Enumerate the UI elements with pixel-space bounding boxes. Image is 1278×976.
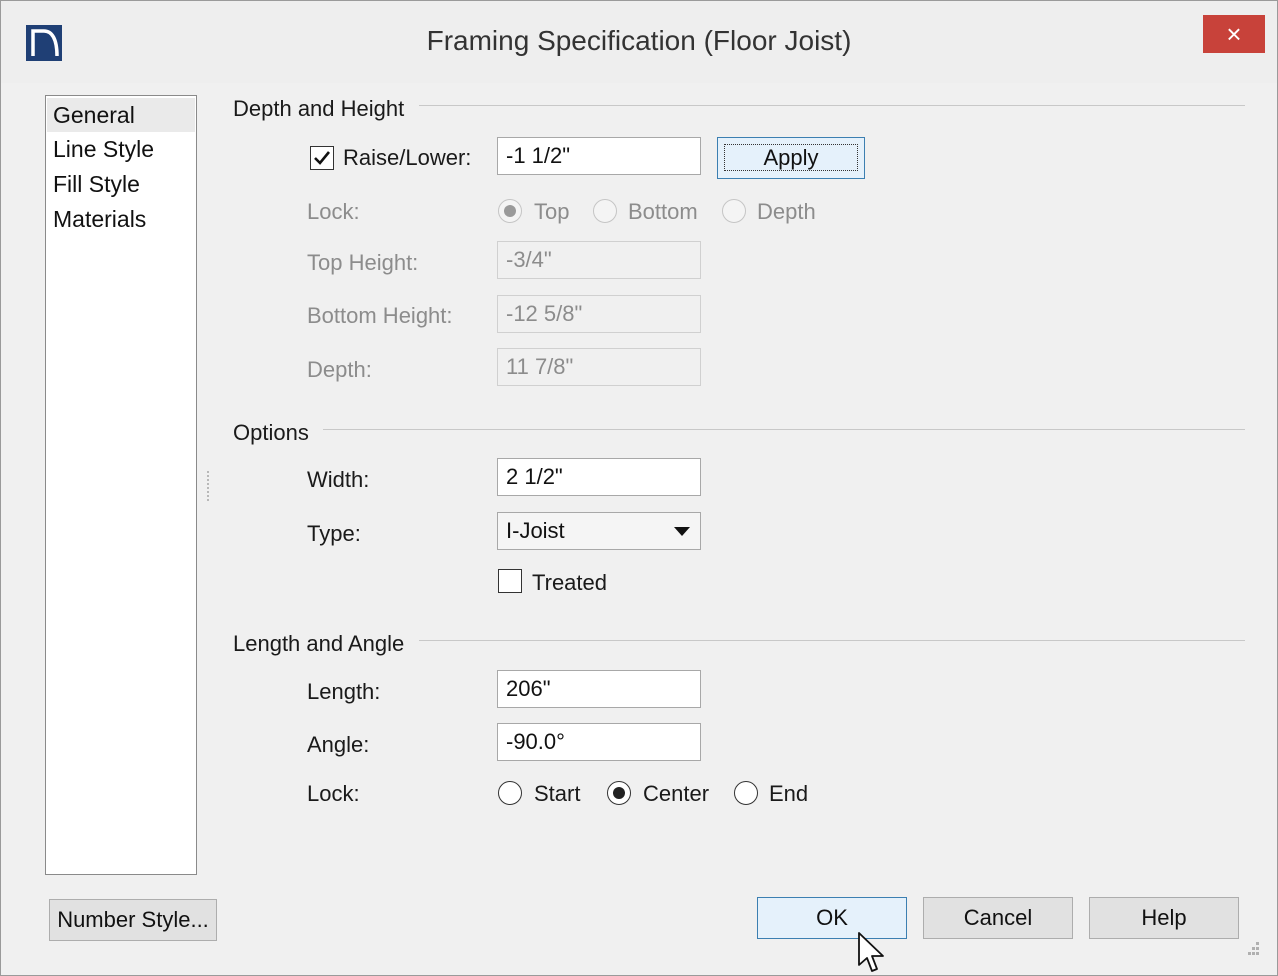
splitter-handle[interactable]: [207, 471, 209, 503]
lock-bottom-label: Bottom: [628, 199, 698, 224]
options-section-title: Options: [233, 420, 309, 445]
treated-checkbox[interactable]: [498, 569, 522, 593]
sidebar-item-fill-style[interactable]: Fill Style: [53, 171, 140, 198]
depth-label: Depth:: [307, 357, 372, 382]
depth-lock-label: Lock:: [307, 199, 360, 224]
lock-center-label: Center: [643, 781, 710, 806]
top-height-input[interactable]: -3/4": [497, 241, 701, 279]
radio-selected-dot: [504, 205, 516, 217]
section-divider: [419, 640, 1245, 641]
length-lock-label: Lock:: [307, 781, 360, 806]
mouse-cursor-icon: [858, 932, 884, 972]
radio-selected-dot: [613, 787, 625, 799]
close-icon: ×: [1226, 19, 1242, 49]
lock-top-radio[interactable]: [498, 199, 522, 223]
section-divider: [419, 105, 1245, 106]
lock-end-label: End: [769, 781, 809, 806]
lock-top-label: Top: [534, 199, 570, 224]
lock-center-radio[interactable]: [607, 781, 631, 805]
dropdown-arrow-icon: [674, 527, 690, 536]
sidebar-item-materials[interactable]: Materials: [53, 206, 146, 233]
window-title: Framing Specification (Floor Joist): [426, 25, 852, 56]
sidebar-item-line-style[interactable]: Line Style: [53, 136, 154, 163]
resize-grip-icon[interactable]: [1241, 939, 1261, 959]
lock-bottom-radio[interactable]: [593, 199, 617, 223]
length-angle-section-title: Length and Angle: [233, 631, 405, 656]
lock-depth-radio[interactable]: [722, 199, 746, 223]
top-height-label: Top Height:: [307, 250, 419, 275]
type-select[interactable]: I-Joist: [497, 512, 701, 550]
lock-depth-label: Depth: [757, 199, 816, 224]
number-style-button[interactable]: Number Style...: [49, 899, 217, 941]
width-input[interactable]: 2 1/2": [497, 458, 701, 496]
sidebar-item-general[interactable]: General: [47, 98, 195, 132]
lock-end-radio[interactable]: [734, 781, 758, 805]
lock-start-radio[interactable]: [498, 781, 522, 805]
depth-input[interactable]: 11 7/8": [497, 348, 701, 386]
apply-button-label: Apply: [724, 144, 858, 171]
depth-height-section-title: Depth and Height: [233, 96, 405, 121]
title-bar[interactable]: Framing Specification (Floor Joist) ×: [1, 1, 1277, 83]
angle-input[interactable]: -90.0°: [497, 723, 701, 761]
checkmark-icon: [314, 151, 331, 165]
section-divider: [323, 429, 1245, 430]
dialog-window: Framing Specification (Floor Joist) × Ge…: [0, 0, 1278, 976]
bottom-height-label: Bottom Height:: [307, 303, 453, 328]
lock-start-label: Start: [534, 781, 581, 806]
length-input[interactable]: 206": [497, 670, 701, 708]
category-list[interactable]: General Line Style Fill Style Materials: [45, 95, 197, 875]
treated-label: Treated: [532, 570, 608, 595]
type-select-value: I-Joist: [506, 518, 565, 543]
apply-button[interactable]: Apply: [717, 137, 865, 179]
raise-lower-label: Raise/Lower:: [343, 145, 472, 170]
type-label: Type:: [307, 521, 361, 546]
angle-label: Angle:: [307, 732, 370, 757]
close-button[interactable]: ×: [1203, 15, 1265, 53]
raise-lower-checkbox[interactable]: [310, 146, 334, 170]
width-label: Width:: [307, 467, 370, 492]
raise-lower-input[interactable]: -1 1/2": [497, 137, 701, 175]
length-label: Length:: [307, 679, 381, 704]
help-button[interactable]: Help: [1089, 897, 1239, 939]
cancel-button[interactable]: Cancel: [923, 897, 1073, 939]
bottom-height-input[interactable]: -12 5/8": [497, 295, 701, 333]
